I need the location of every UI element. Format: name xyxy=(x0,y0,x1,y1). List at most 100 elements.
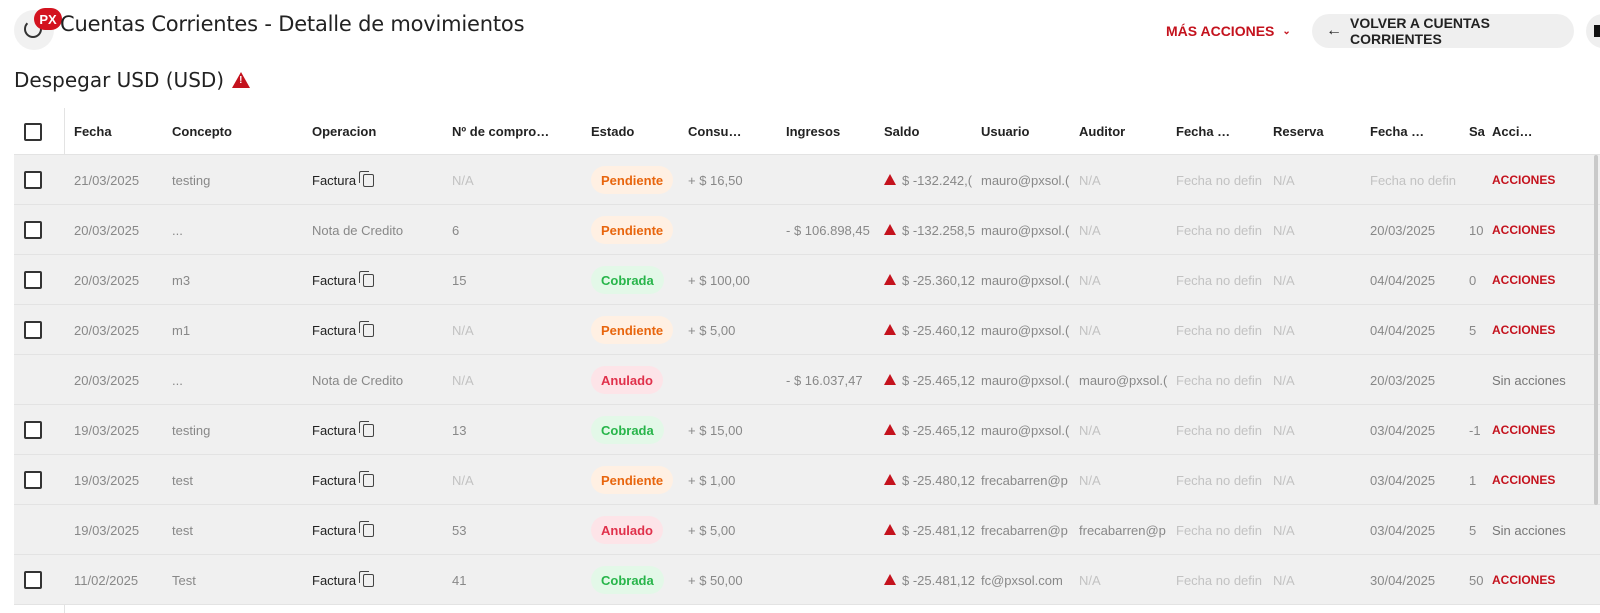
col-auditor: N/A xyxy=(1079,272,1101,288)
col-operacion: Factura xyxy=(312,455,447,505)
row-checkbox[interactable] xyxy=(24,421,42,439)
col-estado: Anulado xyxy=(591,355,686,405)
more-actions-button[interactable]: MÁS ACCIONES ⌄ xyxy=(1166,18,1291,44)
row-select-cell xyxy=(24,505,54,555)
col-ingresos xyxy=(786,305,881,355)
col-acciones-header[interactable]: Acci… xyxy=(1492,108,1600,155)
table-row[interactable]: 20/03/2025 m3 Factura 15 Cobrada + $ 100,00 $ … xyxy=(14,255,1600,305)
col-reserva: N/A xyxy=(1273,172,1295,188)
col-estado-header[interactable]: Estado xyxy=(591,108,686,155)
col-auditor-header[interactable]: Auditor xyxy=(1079,108,1174,155)
col-acciones: ACCIONES xyxy=(1492,205,1600,255)
px-logo-badge: PX xyxy=(34,8,62,30)
select-all-checkbox[interactable] xyxy=(24,122,42,141)
col-ingresos xyxy=(786,455,881,505)
copy-icon[interactable] xyxy=(359,270,375,287)
back-to-accounts-button[interactable]: ← VOLVER A CUENTAS CORRIENTES xyxy=(1312,14,1574,48)
chevron-down-icon: ⌄ xyxy=(1282,25,1291,37)
col-fecha-2-header[interactable]: Fecha … xyxy=(1176,108,1271,155)
warning-icon xyxy=(884,273,896,285)
col-estado: Pendiente xyxy=(591,455,686,505)
col-comprobante-header[interactable]: Nº de compro… xyxy=(452,108,587,155)
col-operacion: Factura xyxy=(312,255,447,305)
col-fecha: 21/03/2025 xyxy=(74,172,140,188)
status-badge: Cobrada xyxy=(591,416,664,444)
col-estado: Cobrada xyxy=(591,255,686,305)
table-row[interactable]: 20/03/2025... Nota de Credito N/A Anulado - … xyxy=(14,355,1600,405)
col-ingresos xyxy=(786,155,881,205)
col-consumos: + $ 100,00 xyxy=(688,272,750,288)
no-actions-label: Sin acciones xyxy=(1492,372,1566,388)
col-acciones: ACCIONES xyxy=(1492,305,1600,355)
table-row[interactable]: 20/03/2025... Nota de Credito 6 Pendiente - … xyxy=(14,205,1600,255)
row-checkbox[interactable] xyxy=(24,321,42,339)
row-checkbox[interactable] xyxy=(24,471,42,489)
table-row[interactable]: 19/03/2025 test Factura N/A Pendiente + $ 1,0… xyxy=(14,455,1600,505)
col-fecha-2: Fecha no defin xyxy=(1176,222,1263,238)
col-usuario-header[interactable]: Usuario xyxy=(981,108,1076,155)
warning-icon xyxy=(884,523,896,535)
actions-button[interactable]: ACCIONES xyxy=(1492,273,1555,287)
col-acciones: Sin acciones xyxy=(1492,505,1600,555)
actions-button[interactable]: ACCIONES xyxy=(1492,473,1555,487)
col-fecha-3: 30/04/2025 xyxy=(1370,572,1436,588)
col-concepto: test xyxy=(172,522,193,538)
table-row[interactable]: 20/03/2025 m1 Factura N/A Pendiente + $ 5,00 $… xyxy=(14,305,1600,355)
actions-button[interactable]: ACCIONES xyxy=(1492,323,1555,337)
copy-icon[interactable] xyxy=(359,470,375,487)
col-operacion-header[interactable]: Operacion xyxy=(312,108,447,155)
top-bar: PX Cuentas Corrientes - Detalle de movim… xyxy=(0,0,1600,60)
col-comprobante: N/A xyxy=(452,472,474,488)
col-concepto: m3 xyxy=(172,272,191,288)
operation-label: Factura xyxy=(312,472,357,488)
table-row[interactable]: 11/02/2025 Test Factura 41 Cobrada + $ 50,00 $… xyxy=(14,555,1600,605)
col-usuario: frecabarren@p xyxy=(981,472,1068,488)
status-badge: Pendiente xyxy=(591,466,674,494)
col-consumos-header[interactable]: Consu… xyxy=(688,108,783,155)
row-checkbox[interactable] xyxy=(24,571,42,589)
actions-button[interactable]: ACCIONES xyxy=(1492,223,1555,237)
col-saldo: $ -25.465,12 xyxy=(884,355,979,405)
col-saldo-2-header[interactable]: Sa xyxy=(1469,108,1489,155)
table-row[interactable]: 19/03/2025 test Factura 53 Anulado + $ 5,00 $ … xyxy=(14,505,1600,555)
col-acciones: ACCIONES xyxy=(1492,255,1600,305)
edge-icon-button[interactable] xyxy=(1586,14,1600,48)
col-usuario: mauro@pxsol.( xyxy=(981,172,1070,188)
col-usuario: mauro@pxsol.( xyxy=(981,322,1070,338)
col-fecha-header[interactable]: Fecha xyxy=(74,108,169,155)
row-select-cell xyxy=(24,255,54,305)
col-concepto: ... xyxy=(172,222,183,238)
col-comprobante: N/A xyxy=(452,322,474,338)
col-fecha-3-header[interactable]: Fecha … xyxy=(1370,108,1465,155)
actions-button[interactable]: ACCIONES xyxy=(1492,173,1555,187)
col-saldo-header[interactable]: Saldo xyxy=(884,108,979,155)
col-estado: Pendiente xyxy=(591,305,686,355)
actions-button[interactable]: ACCIONES xyxy=(1492,423,1555,437)
table-row[interactable]: 21/03/2025 testing Factura N/A Pendiente + $ … xyxy=(14,155,1600,205)
row-checkbox[interactable] xyxy=(24,271,42,289)
warning-icon xyxy=(884,573,896,585)
col-saldo-2 xyxy=(1469,355,1489,405)
col-reserva: N/A xyxy=(1273,372,1295,388)
copy-icon[interactable] xyxy=(359,520,375,537)
copy-icon[interactable] xyxy=(359,570,375,587)
col-operacion: Nota de Credito xyxy=(312,205,447,255)
col-usuario: mauro@pxsol.( xyxy=(981,422,1070,438)
col-concepto: Test xyxy=(172,572,196,588)
copy-icon[interactable] xyxy=(359,320,375,337)
col-auditor: mauro@pxsol.( xyxy=(1079,372,1168,388)
col-fecha-3: 03/04/2025 xyxy=(1370,472,1436,488)
row-checkbox[interactable] xyxy=(24,171,42,189)
warning-icon xyxy=(884,173,896,185)
vertical-scrollbar[interactable] xyxy=(1594,155,1598,505)
col-concepto-header[interactable]: Concepto xyxy=(172,108,307,155)
copy-icon[interactable] xyxy=(359,420,375,437)
col-comprobante: 41 xyxy=(452,572,467,588)
balance-value: $ -25.460,12 xyxy=(902,322,976,338)
col-ingresos-header[interactable]: Ingresos xyxy=(786,108,881,155)
copy-icon[interactable] xyxy=(359,170,375,187)
table-row[interactable]: 19/03/2025 testing Factura 13 Cobrada + $ 15,… xyxy=(14,405,1600,455)
row-checkbox[interactable] xyxy=(24,221,42,239)
col-reserva-header[interactable]: Reserva xyxy=(1273,108,1368,155)
actions-button[interactable]: ACCIONES xyxy=(1492,573,1555,587)
